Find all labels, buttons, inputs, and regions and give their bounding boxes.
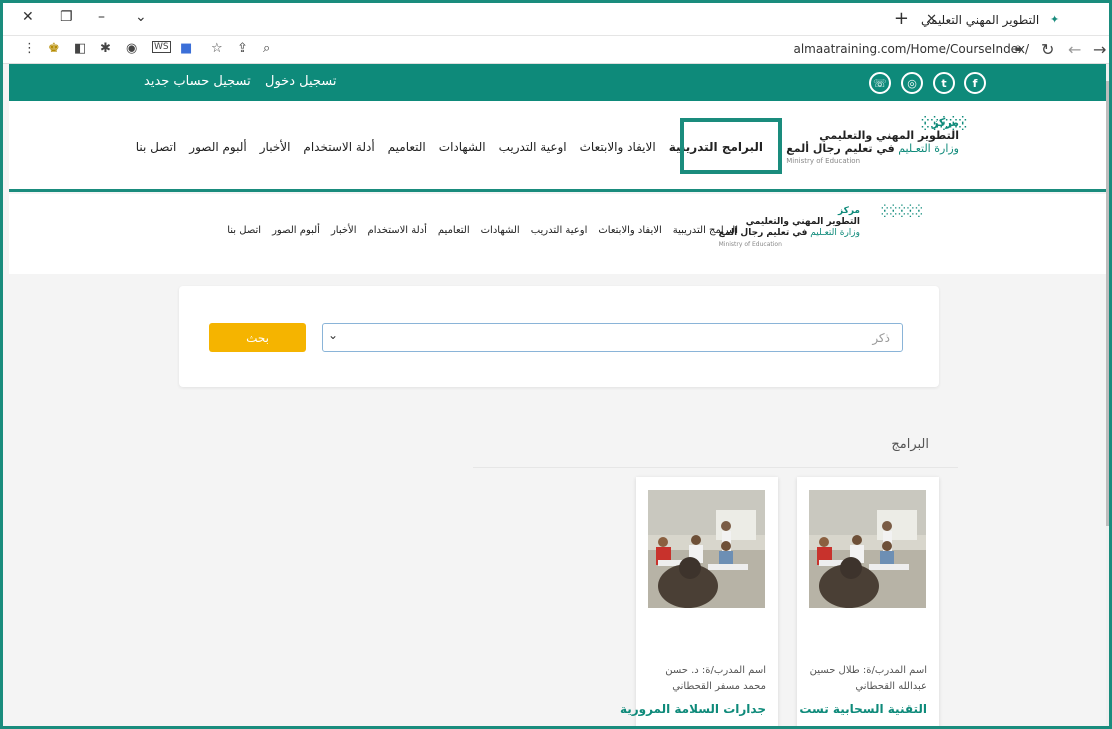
- share-icon[interactable]: ⇪: [237, 41, 248, 56]
- back-icon[interactable]: →: [1093, 40, 1106, 59]
- course-title[interactable]: جدارات السلامة المرورية: [620, 702, 766, 716]
- nav-item[interactable]: الأخبار: [331, 225, 357, 236]
- translate-icon[interactable]: ■: [180, 41, 192, 56]
- favicon-icon: ✦: [1050, 13, 1060, 26]
- main-nav: البرامج التدريبية الايفاد والابتعاث اوعية …: [136, 140, 763, 154]
- section-title: البرامج: [891, 437, 929, 452]
- twitter-icon[interactable]: t: [933, 72, 955, 94]
- nav-item[interactable]: اوعية التدريب: [531, 225, 588, 236]
- restore-window-icon[interactable]: ❐: [60, 9, 73, 25]
- nav-item[interactable]: ألبوم الصور: [189, 140, 246, 154]
- nav-item[interactable]: الايفاد والابتعاث: [580, 140, 656, 154]
- nav-item[interactable]: الشهادات: [481, 225, 520, 236]
- forward-icon[interactable]: ←: [1068, 40, 1081, 59]
- bookmark-star-icon[interactable]: ☆: [211, 41, 223, 56]
- login-link[interactable]: تسجيل دخول: [265, 74, 337, 89]
- nav-item[interactable]: أدلة الاستخدام: [368, 225, 427, 236]
- reload-icon[interactable]: ↻: [1041, 40, 1054, 59]
- ministry-logo-icon: ⁘⁘⁘⁘⁘ ⁘⁘⁘⁘⁘: [881, 204, 924, 220]
- url-field[interactable]: almaatraining.com/Home/CourseIndex/: [793, 42, 1029, 56]
- address-bar: ⋮ ♚ ◧ ✱ ◉ WS ■ ☆ ⇪ ⌕ almaatraining.com/H…: [3, 36, 1109, 64]
- top-bar: ☏ ◎ t f تسجيل دخول تسجيل حساب جديد: [9, 64, 1106, 101]
- facebook-icon[interactable]: f: [964, 72, 986, 94]
- course-image: [648, 490, 765, 608]
- nav-item[interactable]: الأخبار: [260, 140, 291, 154]
- whatsapp-icon[interactable]: ☏: [869, 72, 891, 94]
- gender-select[interactable]: ذكر ⌄: [322, 323, 903, 352]
- logo-english: Ministry of Education: [718, 241, 782, 248]
- chevron-down-icon: ⌄: [328, 328, 339, 342]
- sidepanel-icon[interactable]: ◧: [74, 41, 86, 56]
- tab-title: التطوير المهني التعليمي: [921, 13, 1040, 27]
- secondary-header: مركز التطوير المهني والتعليمي وزارة التع…: [9, 194, 1106, 274]
- course-title[interactable]: التقنية السحابية تست: [799, 702, 927, 716]
- ministry-logo-icon: ⁘⁘⁘⁘⁘ ⁘⁘⁘⁘⁘: [921, 115, 968, 133]
- nav-item[interactable]: الشهادات: [439, 140, 486, 154]
- logo-ministry: وزارة التعـليم: [898, 142, 959, 155]
- menu-icon[interactable]: ⋮: [23, 41, 36, 56]
- extension-icon[interactable]: ♚: [48, 41, 60, 56]
- nav-item[interactable]: التعاميم: [438, 225, 470, 236]
- main-nav-secondary: البرامج التدريبية الايفاد والابتعاث اوعية …: [227, 225, 738, 236]
- nav-item[interactable]: أدلة الاستخدام: [303, 140, 374, 154]
- puzzle-icon[interactable]: ✱: [100, 41, 111, 56]
- ws-extension-icon[interactable]: WS: [152, 41, 171, 53]
- logo-ministry: وزارة التعـليم: [810, 228, 860, 238]
- close-window-icon[interactable]: ✕: [22, 9, 34, 25]
- lock-icon[interactable]: 🔒︎: [1015, 41, 1021, 55]
- site-logo-secondary[interactable]: مركز التطوير المهني والتعليمي وزارة التع…: [719, 206, 860, 250]
- tab-bar: ✕ ❐ – ⌄ + ✕ ✦ التطوير المهني التعليمي: [3, 3, 1109, 36]
- new-tab-icon[interactable]: +: [894, 8, 909, 29]
- nav-highlight-box: [680, 118, 782, 174]
- nav-item[interactable]: الايفاد والابتعاث: [598, 225, 661, 236]
- logo-region: في تعليم رجال ألمع: [786, 142, 895, 155]
- section-divider: [473, 467, 958, 468]
- nav-item[interactable]: التعاميم: [388, 140, 426, 154]
- nav-item[interactable]: اتصل بنا: [227, 225, 261, 236]
- search-button[interactable]: بحث: [209, 323, 306, 352]
- nav-item[interactable]: اتصل بنا: [136, 140, 177, 154]
- logo-english: Ministry of Education: [786, 157, 861, 165]
- eye-icon[interactable]: ◉: [126, 41, 137, 56]
- nav-item[interactable]: ألبوم الصور: [272, 225, 320, 236]
- course-trainer: اسم المدرب/ة: د. حسن محمد مسفر القحطاني: [665, 665, 766, 692]
- browser-window: ✕ ❐ – ⌄ + ✕ ✦ التطوير المهني التعليمي ⋮ …: [0, 0, 1112, 729]
- logo-line-2: التطوير المهني والتعليمي: [745, 217, 860, 227]
- minimize-window-icon[interactable]: –: [98, 9, 105, 25]
- course-card[interactable]: اسم المدرب/ة: طلال حسين عبدالله القحطاني…: [797, 477, 939, 726]
- gender-select-value: ذكر: [872, 331, 890, 345]
- logo-line-1: مركز: [837, 206, 860, 216]
- course-trainer: اسم المدرب/ة: طلال حسين عبدالله القحطاني: [809, 665, 927, 692]
- course-image: [809, 490, 926, 608]
- browser-tab[interactable]: ✦ التطوير المهني التعليمي: [921, 7, 1101, 33]
- main-header: مركز التطوير المهني والتعليمي وزارة التع…: [9, 101, 1106, 192]
- zoom-icon[interactable]: ⌕: [263, 41, 270, 56]
- nav-item[interactable]: اوعية التدريب: [499, 140, 567, 154]
- scrollbar-thumb[interactable]: [1106, 81, 1109, 526]
- register-link[interactable]: تسجيل حساب جديد: [144, 74, 251, 89]
- search-card: ذكر ⌄ بحث: [179, 286, 939, 387]
- tab-search-icon[interactable]: ⌄: [135, 9, 147, 25]
- nav-item[interactable]: البرامج التدريبية: [673, 225, 738, 236]
- course-card[interactable]: اسم المدرب/ة: د. حسن محمد مسفر القحطاني …: [620, 477, 778, 726]
- instagram-icon[interactable]: ◎: [901, 72, 923, 94]
